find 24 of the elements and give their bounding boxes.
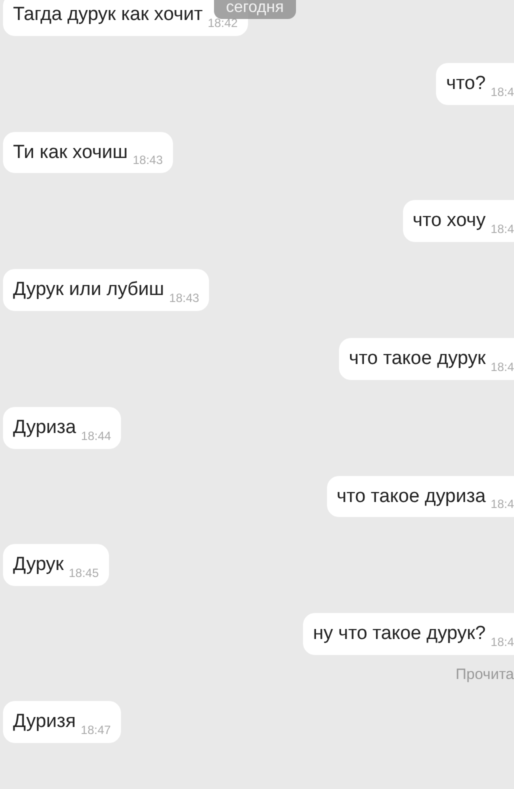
message-time: 18:43 (132, 154, 163, 166)
message-time: 18:4 (490, 360, 514, 373)
message-time: 18:4 (490, 86, 514, 98)
message-time: 18:4 (490, 498, 514, 510)
message-text: Ти как хочиш (13, 142, 128, 164)
date-label: сегодня (214, 0, 296, 20)
message-time: 18:42 (208, 16, 238, 29)
message-time: 18:44 (81, 430, 112, 442)
read-status: Прочита (456, 664, 514, 685)
message-text: Дуризя (13, 711, 76, 734)
message-time: 18:4 (490, 223, 514, 236)
message-time: 18:43 (169, 292, 200, 304)
message-text: Дурук (13, 554, 64, 578)
message-time: 18:47 (80, 724, 111, 736)
message-text: что такое дурук (348, 348, 486, 371)
message-text: ну что такое дурук? (313, 623, 486, 646)
message-time: 18:4 (490, 636, 514, 648)
message-text: что такое дуриза (336, 486, 486, 508)
message-text: что? (446, 72, 486, 96)
message-text: Тагда дурук как хочит (13, 4, 203, 27)
message-text: Дуриза (13, 416, 76, 440)
message-text: что хочу (412, 210, 486, 234)
message-time: 18:45 (68, 567, 99, 580)
message-text: Дурук или лубиш (13, 279, 164, 302)
